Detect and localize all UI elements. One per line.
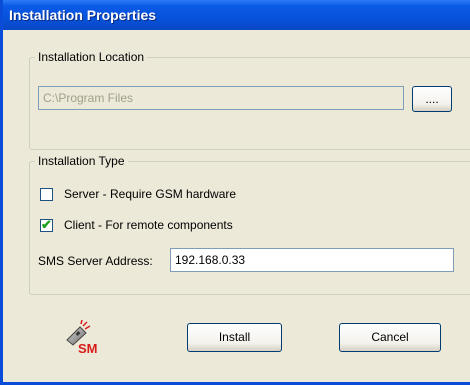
server-checkbox[interactable] (40, 188, 53, 201)
server-checkbox-label[interactable]: Server - Require GSM hardware (64, 187, 236, 201)
sms-server-address-input[interactable] (170, 248, 454, 272)
installation-location-group: Installation Location .... (29, 50, 470, 150)
app-logo: SM (63, 320, 103, 360)
client-checkbox-label[interactable]: Client - For remote components (64, 218, 233, 232)
cancel-button[interactable]: Cancel (339, 323, 441, 352)
checkmark-icon: ✔ (41, 217, 52, 232)
installation-location-label: Installation Location (35, 50, 148, 64)
title-bar[interactable]: Installation Properties (3, 0, 470, 30)
install-path-input[interactable] (38, 86, 404, 110)
installation-type-label: Installation Type (35, 154, 128, 168)
browse-button[interactable]: .... (412, 86, 452, 112)
window-title: Installation Properties (9, 7, 157, 23)
logo-text: SM (78, 341, 98, 356)
client-checkbox[interactable]: ✔ (40, 217, 53, 232)
installation-type-group: Installation Type Server - Require GSM h… (29, 154, 470, 295)
installation-properties-dialog: Installation Properties Installation Loc… (0, 0, 470, 385)
sms-server-address-label: SMS Server Address: (38, 254, 153, 268)
install-button[interactable]: Install (187, 323, 282, 352)
